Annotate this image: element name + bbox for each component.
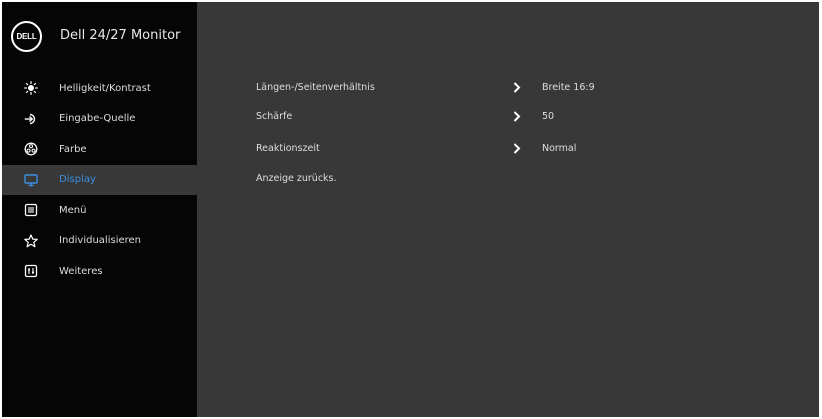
setting-value: Normal bbox=[542, 142, 577, 154]
sidebar-item-label: Helligkeit/Kontrast bbox=[59, 82, 151, 94]
sidebar-item-brightness-contrast[interactable]: Helligkeit/Kontrast bbox=[2, 73, 197, 104]
display-settings-panel: Längen-/Seitenverhältnis Breite 16:9 Sch… bbox=[197, 2, 819, 417]
dell-logo: DELL bbox=[11, 20, 42, 52]
sidebar-item-others[interactable]: Weiteres bbox=[2, 256, 197, 287]
setting-value: Breite 16:9 bbox=[542, 81, 595, 93]
brightness-icon bbox=[24, 81, 38, 96]
chevron-right-icon bbox=[512, 110, 522, 122]
sidebar-item-display[interactable]: Display bbox=[2, 164, 197, 195]
sidebar-item-menu[interactable]: Menü bbox=[2, 195, 197, 226]
star-icon bbox=[24, 234, 38, 248]
setting-row-display-reset[interactable]: Anzeige zurücks. bbox=[256, 168, 676, 188]
monitor-model-title: Dell 24/27 Monitor bbox=[60, 27, 181, 43]
setting-row-aspect-ratio[interactable]: Längen-/Seitenverhältnis Breite 16:9 bbox=[256, 77, 676, 97]
others-icon bbox=[24, 264, 38, 278]
chevron-right-icon bbox=[512, 81, 522, 93]
sidebar-item-color[interactable]: Farbe bbox=[2, 134, 197, 165]
sidebar-item-personalize[interactable]: Individualisieren bbox=[2, 226, 197, 257]
setting-label: Längen-/Seitenverhältnis bbox=[256, 81, 375, 93]
menu-icon bbox=[24, 203, 38, 217]
brand-header: DELL Dell 24/27 Monitor bbox=[2, 2, 197, 70]
setting-row-sharpness[interactable]: Schärfe 50 bbox=[256, 106, 676, 126]
sidebar-item-label: Individualisieren bbox=[59, 235, 142, 247]
input-source-icon bbox=[24, 112, 38, 126]
sidebar-item-label: Eingabe-Quelle bbox=[59, 113, 136, 125]
sidebar: DELL Dell 24/27 Monitor Helligkeit/Kontr… bbox=[2, 2, 197, 417]
setting-label: Schärfe bbox=[256, 110, 293, 122]
setting-label: Reaktionszeit bbox=[256, 142, 320, 154]
chevron-right-icon bbox=[512, 142, 522, 154]
color-palette-icon bbox=[24, 142, 38, 156]
sidebar-item-label: Display bbox=[59, 174, 96, 186]
setting-label: Anzeige zurücks. bbox=[256, 172, 337, 184]
setting-value: 50 bbox=[542, 110, 555, 122]
monitor-osd: DELL Dell 24/27 Monitor Helligkeit/Kontr… bbox=[2, 2, 819, 417]
sidebar-item-label: Menü bbox=[59, 204, 87, 216]
setting-row-response-time[interactable]: Reaktionszeit Normal bbox=[256, 138, 676, 158]
sidebar-item-label: Farbe bbox=[59, 143, 87, 155]
sidebar-menu: Helligkeit/Kontrast Eingabe-Quelle Farbe… bbox=[2, 73, 197, 287]
sidebar-item-input-source[interactable]: Eingabe-Quelle bbox=[2, 104, 197, 135]
sidebar-item-label: Weiteres bbox=[59, 265, 103, 277]
display-icon bbox=[24, 173, 38, 187]
